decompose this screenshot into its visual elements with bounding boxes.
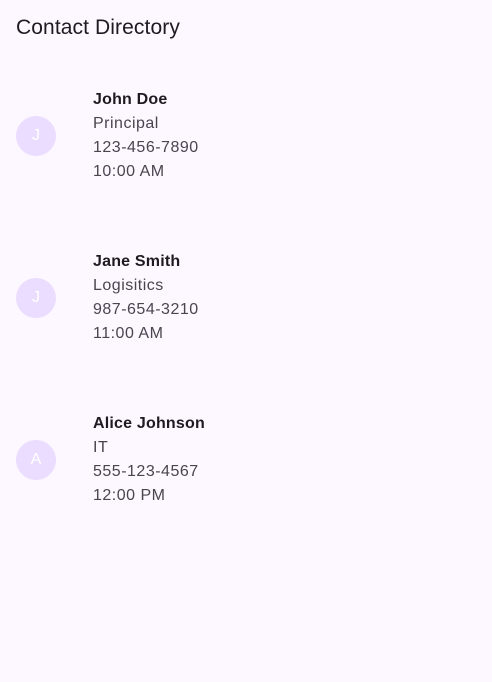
contact-name: Alice Johnson [93,415,205,432]
contact-department: Logisitics [93,277,164,294]
contact-phone: 123-456-7890 [93,139,199,156]
contact-time: 12:00 PM [93,487,166,504]
contact-name: Jane Smith [93,253,181,270]
contact-phone: 987-654-3210 [93,301,199,318]
contact-time: 11:00 AM [93,325,164,342]
contact-details: John Doe Principal 123-456-7890 10:00 AM [93,88,473,184]
contact-department: Principal [93,115,159,132]
contact-list: J John Doe Principal 123-456-7890 10:00 … [0,56,492,542]
avatar: J [16,116,56,156]
contact-department: IT [93,439,109,456]
avatar: A [16,440,56,480]
contact-details: Jane Smith Logisitics 987-654-3210 11:00… [93,250,473,346]
contact-time: 10:00 AM [93,163,165,180]
contact-list-item-alice-johnson[interactable]: A Alice Johnson IT 555-123-4567 12:00 PM [0,380,492,542]
contact-phone: 555-123-4567 [93,463,199,480]
contact-details: Alice Johnson IT 555-123-4567 12:00 PM [93,412,473,508]
contact-list-item-jane-smith[interactable]: J Jane Smith Logisitics 987-654-3210 11:… [0,218,492,380]
contact-name: John Doe [93,91,168,108]
contact-list-item-john-doe[interactable]: J John Doe Principal 123-456-7890 10:00 … [0,56,492,218]
page-title: Contact Directory [16,16,180,39]
avatar: J [16,278,56,318]
